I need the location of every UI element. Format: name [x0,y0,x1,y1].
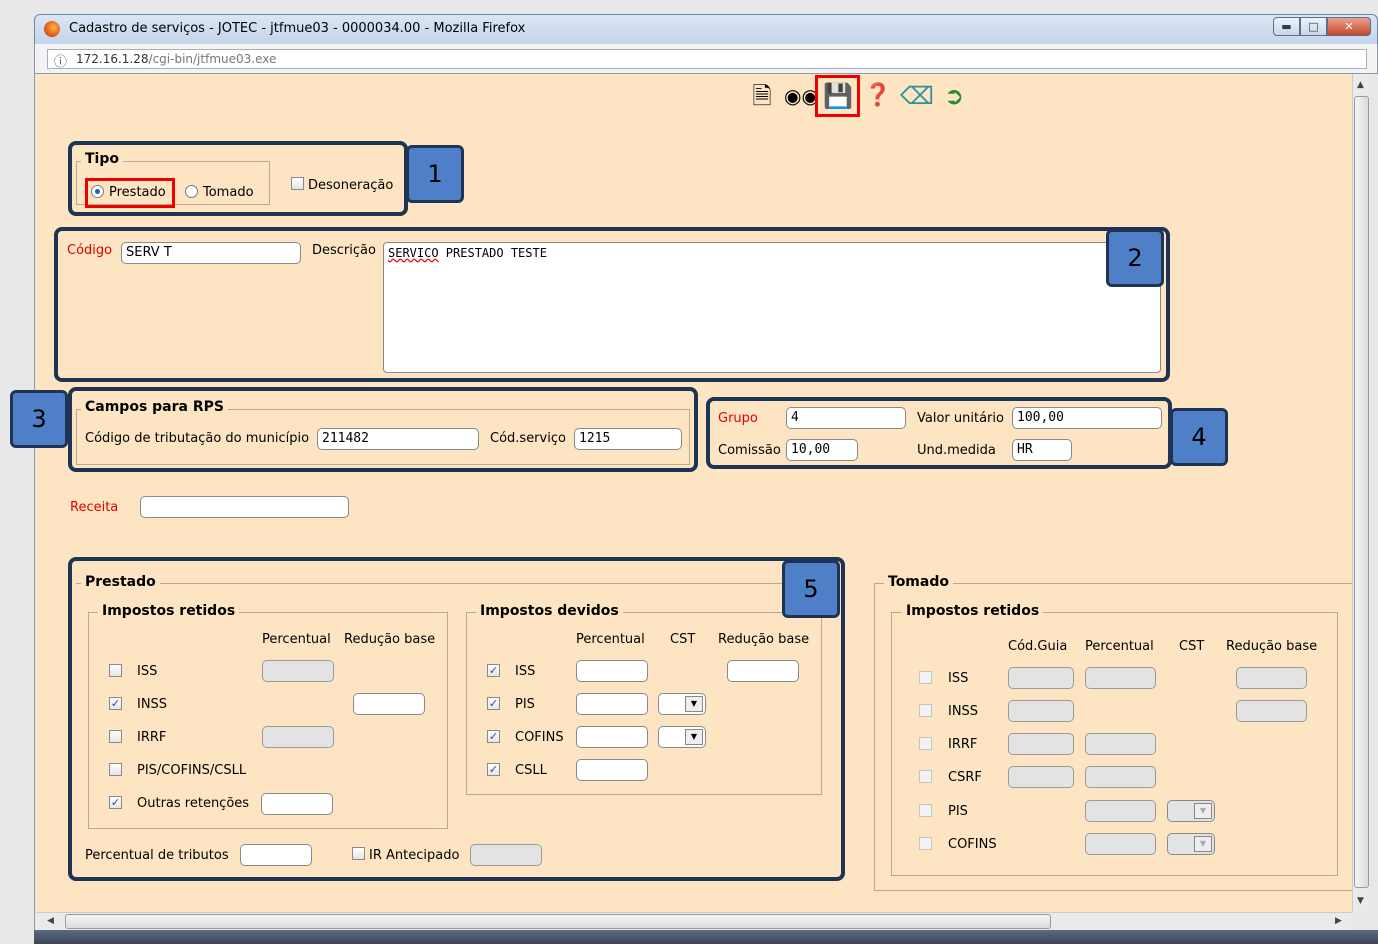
vertical-scroll-thumb[interactable] [1354,96,1369,888]
scroll-left-icon[interactable]: ◀ [47,916,54,926]
tomado-inss-checkbox [919,704,932,717]
tomado-csrf-label: CSRF [948,770,982,785]
tomado-col-guia: Cód.Guia [1008,639,1068,654]
new-document-icon[interactable]: 🗎 [748,80,776,112]
tomado-pis-cst-select: ▼ [1167,800,1215,822]
scroll-up-icon[interactable]: ▲ [1357,80,1364,90]
tomado-pis-percentual [1085,800,1156,822]
scroll-down-icon[interactable]: ▼ [1357,896,1364,906]
tomado-legend: Tomado [884,574,953,590]
maximize-button[interactable]: □ [1300,17,1327,36]
vertical-scrollbar[interactable]: ▲ ▼ [1352,74,1370,912]
tomado-csrf-guia [1008,766,1074,788]
section-5-frame [68,557,845,881]
badge-1: 1 [406,145,464,203]
save-highlight-frame [815,75,860,117]
window-titlebar: Cadastro de serviços - JOTEC - jtfmue03 … [34,14,1378,44]
tomado-iss-percentual [1085,667,1156,689]
tomado-cofins-label: COFINS [948,837,997,852]
firefox-icon [44,21,60,37]
section-4-frame [706,397,1172,469]
url-text: 172.16.1.28/cgi-bin/jtfmue03.exe [76,52,276,66]
scroll-right-icon[interactable]: ▶ [1335,916,1342,926]
tomado-iss-guia [1008,667,1074,689]
url-field[interactable]: ⓘ 172.16.1.28/cgi-bin/jtfmue03.exe [47,49,1367,70]
tomado-irrf-label: IRRF [948,737,978,752]
receita-input[interactable] [140,496,349,518]
eraser-icon[interactable]: ⌫ [900,80,934,112]
chevron-down-icon: ▼ [1194,803,1212,819]
window-title: Cadastro de serviços - JOTEC - jtfmue03 … [69,21,526,36]
tomado-csrf-percentual [1085,766,1156,788]
close-button[interactable]: ✕ [1327,17,1371,36]
tomado-csrf-checkbox [919,770,932,783]
window-controls: ▬ □ ✕ [1273,17,1371,36]
horizontal-scroll-thumb[interactable] [65,914,1051,929]
tomado-retidos-legend: Impostos retidos [902,603,1044,619]
binoculars-search-icon[interactable]: ◉◉ [784,80,819,112]
minimize-button[interactable]: ▬ [1273,17,1300,36]
tomado-inss-label: INSS [948,704,979,719]
exit-door-icon[interactable]: ➲ [940,80,968,112]
tomado-iss-checkbox [919,671,932,684]
section-3-frame [68,387,698,472]
tomado-col-cst: CST [1179,639,1205,654]
tomado-col-reducao: Redução base [1226,639,1318,654]
tomado-col-percentual: Percentual [1085,639,1154,654]
tomado-pis-label: PIS [948,804,968,819]
receita-label: Receita [70,500,119,515]
tomado-cofins-percentual [1085,833,1156,855]
badge-3: 3 [10,390,68,448]
site-info-icon[interactable]: ⓘ [54,51,67,70]
tomado-irrf-checkbox [919,737,932,750]
tomado-pis-checkbox [919,804,932,817]
tomado-irrf-percentual [1085,733,1156,755]
address-bar: ⓘ 172.16.1.28/cgi-bin/jtfmue03.exe [34,44,1378,74]
help-icon[interactable]: ❓ [864,80,892,112]
badge-4: 4 [1170,408,1228,466]
tomado-inss-guia [1008,700,1074,722]
url-host: 172.16.1.28 [76,52,149,66]
tomado-inss-reducao [1236,700,1307,722]
section-1-frame [68,141,408,216]
url-path: /cgi-bin/jtfmue03.exe [148,52,277,66]
badge-5: 5 [782,560,840,618]
chevron-down-icon: ▼ [1194,836,1212,852]
tomado-cofins-cst-select: ▼ [1167,833,1215,855]
tomado-cofins-checkbox [919,837,932,850]
tomado-irrf-guia [1008,733,1074,755]
section-2-frame [54,227,1170,382]
badge-2: 2 [1106,229,1164,287]
horizontal-scrollbar[interactable]: ◀ ▶ [34,912,1352,930]
tomado-iss-reducao [1236,667,1307,689]
window-bottom-frame [34,930,1378,944]
tomado-iss-label: ISS [948,671,969,686]
